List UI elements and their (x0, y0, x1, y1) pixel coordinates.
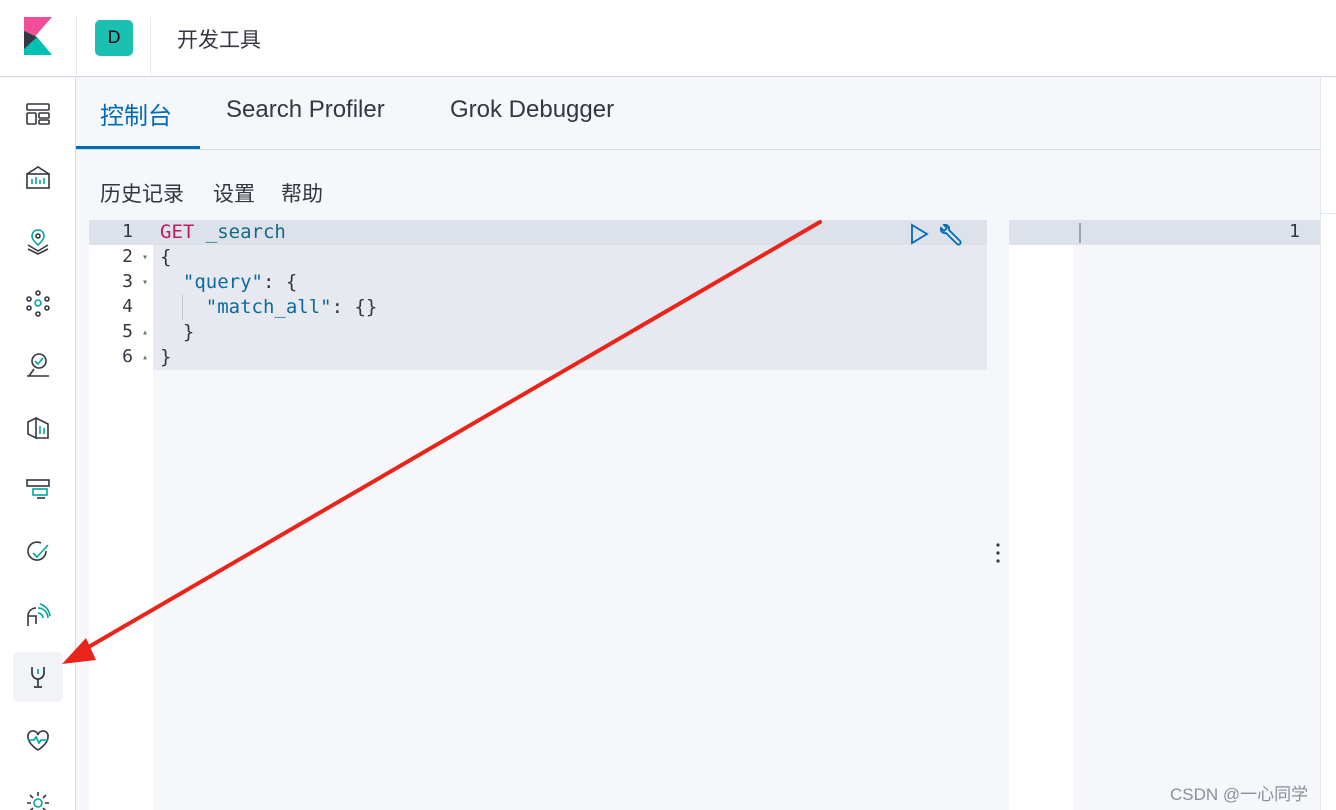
settings-link[interactable]: 设置 (213, 178, 255, 208)
panel-resizer[interactable] (987, 220, 1009, 810)
line-number: 2 ▾ (89, 245, 153, 270)
gear-icon (27, 792, 49, 810)
line-number: 6 ▴ (89, 345, 153, 370)
nav-item-ml[interactable] (13, 278, 63, 328)
nav-item-visualize[interactable] (13, 153, 63, 203)
header-divider (150, 17, 151, 75)
logs-icon (27, 416, 49, 440)
active-tab-indicator (76, 146, 200, 149)
kibana-logo-icon[interactable] (24, 17, 52, 55)
fold-toggle[interactable]: ▾ (142, 245, 148, 270)
app-root: D 开发工具 控制台 Search Profiler Grok Debugger… (0, 0, 1336, 810)
dev-tools-tabs: 控制台 Search Profiler Grok Debugger (76, 78, 1320, 150)
nav-item-maps[interactable] (13, 216, 63, 266)
devtools-icon (31, 667, 45, 688)
top-header: D 开发工具 (0, 0, 1336, 77)
code-line-6: } (160, 346, 172, 368)
output-gutter (1009, 220, 1073, 810)
output-cursor (1079, 223, 1081, 243)
code-line-3: "query": { (182, 271, 298, 293)
watermark: CSDN @一心同学 (1170, 785, 1309, 804)
fold-toggle[interactable]: ▴ (142, 320, 148, 345)
wrench-icon[interactable] (937, 222, 963, 248)
visualize-icon (26, 166, 50, 189)
history-link[interactable]: 历史记录 (100, 178, 184, 208)
http-method: GET (160, 221, 195, 243)
right-edge-panel (1320, 78, 1336, 810)
request-url: _search (205, 221, 286, 243)
siem-icon (27, 603, 51, 626)
nav-item-infrastructure[interactable] (13, 340, 63, 390)
help-link[interactable]: 帮助 (281, 178, 323, 208)
code-line-2: { (160, 246, 172, 268)
fold-toggle[interactable]: ▾ (142, 270, 148, 295)
line-number: 4 (122, 296, 133, 317)
play-icon[interactable] (909, 223, 929, 245)
request-editor[interactable]: 1 2 ▾ 3 ▾ 4 5 ▴ 6 ▴ GET _search { "query": {… (89, 220, 987, 810)
fold-toggle[interactable]: ▴ (142, 345, 148, 370)
code-line-5: } (182, 321, 195, 343)
space-avatar[interactable]: D (95, 20, 133, 56)
nav-item-dashboard[interactable] (13, 89, 63, 139)
line-number: 5 ▴ (89, 320, 153, 345)
uptime-icon (27, 541, 49, 561)
code-line-4: "match_all": {} (205, 296, 378, 318)
tab-grok-debugger[interactable]: Grok Debugger (450, 96, 614, 124)
response-output[interactable]: 1 (1009, 220, 1320, 810)
side-nav (0, 78, 76, 810)
nav-item-logs[interactable] (13, 403, 63, 453)
output-line-number: 1 (1289, 221, 1300, 242)
line-number: 3 ▾ (89, 270, 153, 295)
code-line-1: GET _search (160, 220, 286, 245)
output-active-line (1009, 220, 1320, 245)
ml-icon (26, 290, 50, 317)
nav-item-management[interactable] (13, 778, 63, 810)
maps-icon (27, 229, 49, 255)
line-number: 1 (122, 221, 133, 242)
nav-item-uptime[interactable] (13, 528, 63, 578)
nav-item-monitoring[interactable] (13, 715, 63, 765)
dashboard-icon (26, 103, 50, 125)
nav-item-siem[interactable] (13, 591, 63, 641)
nav-item-devtools[interactable] (13, 652, 63, 702)
breadcrumb-title: 开发工具 (177, 28, 261, 52)
tab-console[interactable]: 控制台 (100, 96, 172, 131)
tab-search-profiler[interactable]: Search Profiler (226, 96, 385, 124)
monitoring-icon (27, 730, 49, 751)
apm-icon (26, 479, 50, 499)
nav-item-apm[interactable] (13, 465, 63, 515)
dev-tools-main: 控制台 Search Profiler Grok Debugger 历史记录 设… (76, 78, 1320, 810)
header-divider (76, 17, 77, 75)
infrastructure-icon (27, 353, 49, 377)
drag-handle-icon (996, 543, 1000, 563)
